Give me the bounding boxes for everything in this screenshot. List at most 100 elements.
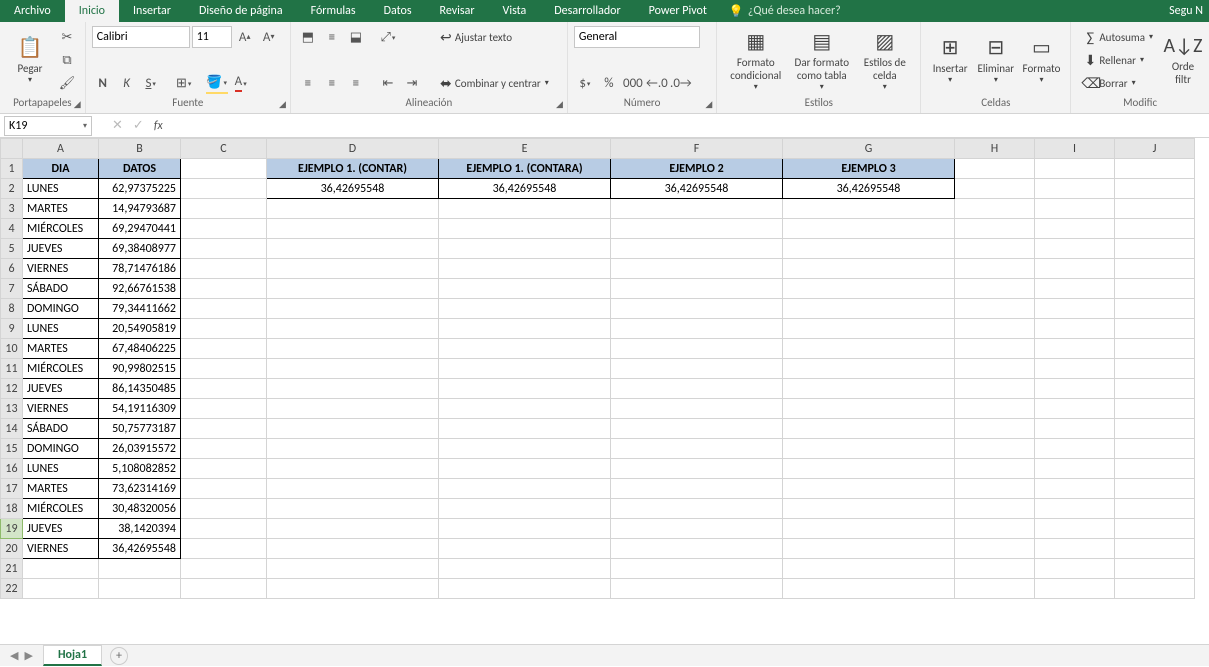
cell-G1[interactable]: EJEMPLO 3 bbox=[783, 159, 955, 179]
autosum-button[interactable]: ∑Autosuma ▾ bbox=[1077, 26, 1157, 48]
dialog-launcher[interactable]: ◢ bbox=[705, 99, 712, 110]
row-header-13[interactable]: 13 bbox=[1, 399, 23, 419]
row-header-9[interactable]: 9 bbox=[1, 319, 23, 339]
row-header-22[interactable]: 22 bbox=[1, 579, 23, 599]
row-header-20[interactable]: 20 bbox=[1, 539, 23, 559]
cell-D1[interactable]: EJEMPLO 1. (CONTAR) bbox=[267, 159, 439, 179]
cell-B9[interactable]: 20,54905819 bbox=[99, 319, 181, 339]
decrease-indent-button[interactable]: ⇤ bbox=[377, 72, 399, 94]
new-sheet-button[interactable]: + bbox=[110, 647, 128, 665]
col-header-I[interactable]: I bbox=[1035, 139, 1115, 159]
cell-B17[interactable]: 73,62314169 bbox=[99, 479, 181, 499]
cell-B4[interactable]: 69,29470441 bbox=[99, 219, 181, 239]
row-header-15[interactable]: 15 bbox=[1, 439, 23, 459]
cell-A13[interactable]: VIERNES bbox=[23, 399, 99, 419]
align-top-button[interactable]: ⬒ bbox=[297, 26, 319, 48]
menu-tab-desarrollador[interactable]: Desarrollador bbox=[540, 0, 634, 22]
cell-B5[interactable]: 69,38408977 bbox=[99, 239, 181, 259]
row-header-1[interactable]: 1 bbox=[1, 159, 23, 179]
align-left-button[interactable]: ≡ bbox=[297, 72, 319, 94]
cell-A12[interactable]: JUEVES bbox=[23, 379, 99, 399]
cell-D2[interactable]: 36,42695548 bbox=[267, 179, 439, 199]
col-header-E[interactable]: E bbox=[439, 139, 611, 159]
col-header-A[interactable]: A bbox=[23, 139, 99, 159]
align-right-button[interactable]: ≡ bbox=[345, 72, 367, 94]
cell-B16[interactable]: 5,108082852 bbox=[99, 459, 181, 479]
row-header-17[interactable]: 17 bbox=[1, 479, 23, 499]
col-header-C[interactable]: C bbox=[181, 139, 267, 159]
account-name[interactable]: Segu N bbox=[1169, 4, 1209, 18]
menu-tab-power-pivot[interactable]: Power Pivot bbox=[635, 0, 721, 22]
col-header-G[interactable]: G bbox=[783, 139, 955, 159]
paste-button[interactable]: 📋 Pegar ▾ bbox=[6, 26, 54, 94]
menu-tab-archivo[interactable]: Archivo bbox=[0, 0, 65, 22]
cell-B6[interactable]: 78,71476186 bbox=[99, 259, 181, 279]
menu-tab-datos[interactable]: Datos bbox=[370, 0, 426, 22]
cell-styles-button[interactable]: ▨Estilos de celda▾ bbox=[855, 26, 914, 94]
underline-button[interactable]: S▾ bbox=[140, 72, 162, 94]
clear-button[interactable]: ⌫Borrar ▾ bbox=[1077, 72, 1157, 94]
cell-A18[interactable]: MIÉRCOLES bbox=[23, 499, 99, 519]
row-header-7[interactable]: 7 bbox=[1, 279, 23, 299]
increase-indent-button[interactable]: ⇥ bbox=[401, 72, 423, 94]
row-header-6[interactable]: 6 bbox=[1, 259, 23, 279]
cell-B15[interactable]: 26,03915572 bbox=[99, 439, 181, 459]
accept-formula-button[interactable]: ✓ bbox=[133, 118, 144, 133]
font-size-select[interactable] bbox=[192, 26, 232, 48]
fill-color-button[interactable]: 🪣▾ bbox=[206, 72, 228, 94]
cell-A16[interactable]: LUNES bbox=[23, 459, 99, 479]
cell-A15[interactable]: DOMINGO bbox=[23, 439, 99, 459]
row-header-16[interactable]: 16 bbox=[1, 459, 23, 479]
sheet-nav-prev[interactable]: ◀ bbox=[10, 649, 18, 662]
align-bottom-button[interactable]: ⬓ bbox=[345, 26, 367, 48]
cell-A2[interactable]: LUNES bbox=[23, 179, 99, 199]
cell-B1[interactable]: DATOS bbox=[99, 159, 181, 179]
row-header-8[interactable]: 8 bbox=[1, 299, 23, 319]
cell-A3[interactable]: MARTES bbox=[23, 199, 99, 219]
cell-B8[interactable]: 79,34411662 bbox=[99, 299, 181, 319]
currency-button[interactable]: $▾ bbox=[574, 72, 596, 94]
cell-B18[interactable]: 30,48320056 bbox=[99, 499, 181, 519]
tell-me-search[interactable]: 💡 ¿Qué desea hacer? bbox=[729, 4, 841, 19]
col-header-H[interactable]: H bbox=[955, 139, 1035, 159]
name-box[interactable]: K19▾ bbox=[4, 116, 92, 136]
row-header-4[interactable]: 4 bbox=[1, 219, 23, 239]
cell-A14[interactable]: SÁBADO bbox=[23, 419, 99, 439]
dialog-launcher[interactable]: ◢ bbox=[74, 99, 81, 110]
cell-B12[interactable]: 86,14350485 bbox=[99, 379, 181, 399]
cell-G2[interactable]: 36,42695548 bbox=[783, 179, 955, 199]
thousands-button[interactable]: 000 bbox=[622, 72, 644, 94]
wrap-text-button[interactable]: ↩Ajustar texto bbox=[433, 26, 553, 48]
cell-A8[interactable]: DOMINGO bbox=[23, 299, 99, 319]
decrease-decimal-button[interactable]: .0→ bbox=[670, 72, 692, 94]
cell-B7[interactable]: 92,66761538 bbox=[99, 279, 181, 299]
fill-button[interactable]: ⬇Rellenar ▾ bbox=[1077, 49, 1157, 71]
cell-A19[interactable]: JUEVES bbox=[23, 519, 99, 539]
cell-A7[interactable]: SÁBADO bbox=[23, 279, 99, 299]
row-header-12[interactable]: 12 bbox=[1, 379, 23, 399]
percent-button[interactable]: % bbox=[598, 72, 620, 94]
menu-tab-insertar[interactable]: Insertar bbox=[119, 0, 185, 22]
copy-button[interactable]: ⧉ bbox=[56, 49, 78, 71]
cell-B2[interactable]: 62,97375225 bbox=[99, 179, 181, 199]
cell-F2[interactable]: 36,42695548 bbox=[611, 179, 783, 199]
col-header-J[interactable]: J bbox=[1115, 139, 1195, 159]
cell-A20[interactable]: VIERNES bbox=[23, 539, 99, 559]
row-header-19[interactable]: 19 bbox=[1, 519, 23, 539]
cell-A1[interactable]: DIA bbox=[23, 159, 99, 179]
col-header-B[interactable]: B bbox=[99, 139, 181, 159]
row-header-10[interactable]: 10 bbox=[1, 339, 23, 359]
bold-button[interactable]: N bbox=[92, 72, 114, 94]
menu-tab-revisar[interactable]: Revisar bbox=[426, 0, 489, 22]
format-as-table-button[interactable]: ▤Dar formato como tabla▾ bbox=[788, 26, 855, 94]
italic-button[interactable]: K bbox=[116, 72, 138, 94]
cell-E1[interactable]: EJEMPLO 1. (CONTARA) bbox=[439, 159, 611, 179]
fx-icon[interactable]: fx bbox=[154, 119, 163, 133]
increase-decimal-button[interactable]: ←.0 bbox=[646, 72, 668, 94]
formula-bar-input[interactable] bbox=[163, 116, 1209, 136]
row-header-18[interactable]: 18 bbox=[1, 499, 23, 519]
format-painter-button[interactable]: 🖌 bbox=[56, 72, 78, 94]
cancel-formula-button[interactable]: ✕ bbox=[112, 118, 123, 133]
sort-filter-button[interactable]: A↓ZOrde filtr bbox=[1163, 26, 1203, 94]
cell-A6[interactable]: VIERNES bbox=[23, 259, 99, 279]
